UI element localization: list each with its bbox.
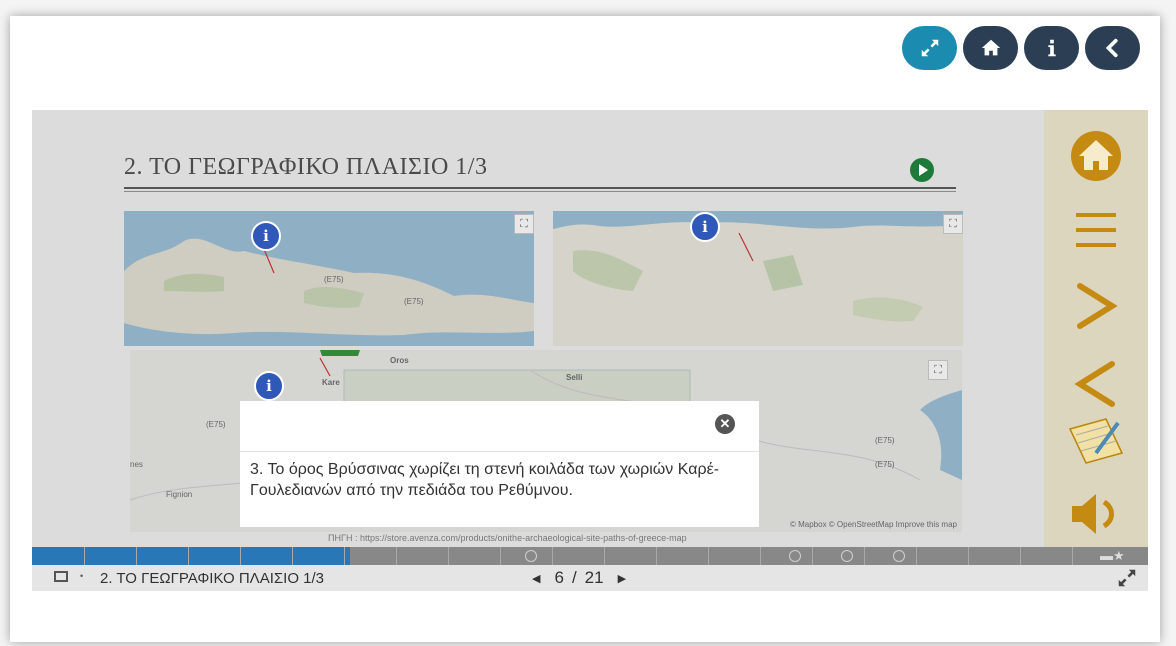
expand-map-icon[interactable]: ⛶ bbox=[928, 360, 948, 380]
info-pin-icon[interactable]: i bbox=[254, 371, 284, 401]
info-button[interactable] bbox=[1024, 26, 1079, 70]
popup-text: 3. Το όρος Βρύσσινας χωρίζει τη στενή κο… bbox=[250, 461, 720, 499]
progress-segment bbox=[448, 547, 449, 565]
progress-bar[interactable]: ▬★ bbox=[32, 547, 1148, 565]
notebook-button[interactable] bbox=[1060, 410, 1132, 470]
presentation-stage: 2. ΤΟ ΓΕΩΓΡΑΦΙΚΟ ΠΛΑΙΣΙΟ 1/3 i ⛶ (E75) (… bbox=[32, 110, 1148, 591]
slide-title: 2. ΤΟ ΓΕΩΓΡΑΦΙΚΟ ΠΛΑΙΣΙΟ 1/3 bbox=[124, 154, 488, 180]
map-label: (E75) bbox=[875, 460, 895, 469]
previous-icon bbox=[1074, 361, 1115, 407]
pager: ◀ 6 / 21 ▶ bbox=[532, 568, 626, 588]
dropdown-dot-icon: • bbox=[80, 571, 84, 581]
home-button[interactable] bbox=[963, 26, 1018, 70]
top-toolbar bbox=[902, 26, 1140, 70]
breadcrumb: 2. ΤΟ ΓΕΩΓΡΑΦΙΚΟ ΠΛΑΙΣΙΟ 1/3 bbox=[100, 570, 325, 587]
fullscreen-button[interactable] bbox=[902, 26, 957, 70]
audio-button[interactable] bbox=[1060, 484, 1132, 544]
menu-nav-button[interactable] bbox=[1060, 200, 1132, 260]
app-frame: 2. ΤΟ ΓΕΩΓΡΑΦΙΚΟ ΠΛΑΙΣΙΟ 1/3 i ⛶ (E75) (… bbox=[10, 16, 1160, 642]
progress-segment bbox=[84, 547, 85, 565]
info-icon bbox=[1047, 39, 1056, 57]
progress-segment bbox=[500, 547, 501, 565]
slides-icon[interactable] bbox=[54, 571, 68, 582]
home-icon bbox=[1071, 131, 1121, 181]
progress-marker[interactable] bbox=[893, 550, 905, 562]
map-attribution: © Mapbox © OpenStreetMap Improve this ma… bbox=[790, 520, 957, 529]
map-label: Oros bbox=[390, 356, 409, 365]
page-separator: / bbox=[571, 568, 577, 587]
progress-marker[interactable] bbox=[525, 550, 537, 562]
info-popup: ✕ 3. Το όρος Βρύσσινας χωρίζει τη στενή … bbox=[240, 401, 759, 527]
back-button[interactable] bbox=[1085, 26, 1140, 70]
map-label: Fignion bbox=[166, 490, 193, 499]
progress-marker[interactable] bbox=[841, 550, 853, 562]
source-credit: ΠΗΓΗ : https://store.avenza.com/products… bbox=[328, 533, 687, 543]
close-icon[interactable]: ✕ bbox=[715, 414, 735, 434]
next-nav-button[interactable] bbox=[1060, 276, 1132, 336]
progress-fill bbox=[32, 547, 351, 565]
progress-segment bbox=[708, 547, 709, 565]
progress-segment bbox=[604, 547, 605, 565]
title-rule bbox=[124, 191, 956, 192]
map-label: (E75) bbox=[206, 420, 226, 429]
info-pin-icon[interactable]: i bbox=[251, 221, 281, 251]
popup-divider bbox=[240, 451, 759, 452]
progress-segment bbox=[760, 547, 761, 565]
info-pin-icon[interactable]: i bbox=[690, 212, 720, 242]
progress-segment bbox=[864, 547, 865, 565]
progress-segment bbox=[240, 547, 241, 565]
speaker-icon bbox=[1072, 494, 1114, 534]
expand-icon bbox=[921, 39, 938, 57]
previous-nav-button[interactable] bbox=[1060, 354, 1132, 414]
map-label: (E75) bbox=[324, 275, 344, 284]
progress-segment bbox=[968, 547, 969, 565]
total-pages: 21 bbox=[584, 568, 604, 587]
progress-segment bbox=[812, 547, 813, 565]
progress-segment bbox=[1072, 547, 1073, 565]
progress-segment bbox=[1020, 547, 1021, 565]
map-label: nes bbox=[130, 460, 143, 469]
source-prefix: ΠΗΓΗ bbox=[328, 533, 353, 543]
map-label: Selli bbox=[566, 373, 583, 382]
progress-marker[interactable] bbox=[789, 550, 801, 562]
next-icon bbox=[1077, 283, 1118, 329]
progress-segment bbox=[916, 547, 917, 565]
progress-segment bbox=[344, 547, 345, 565]
previous-page-icon[interactable]: ◀ bbox=[532, 572, 540, 585]
progress-segment bbox=[552, 547, 553, 565]
progress-segment bbox=[396, 547, 397, 565]
footer-bar: • 2. ΤΟ ΓΕΩΓΡΑΦΙΚΟ ΠΛΑΙΣΙΟ 1/3 ◀ 6 / 21 … bbox=[32, 565, 1148, 591]
progress-segment bbox=[136, 547, 137, 565]
progress-segment bbox=[292, 547, 293, 565]
title-rule bbox=[124, 187, 956, 189]
crete-overview-map[interactable]: i ⛶ (E75) (E75) bbox=[124, 211, 534, 346]
region-map[interactable]: i ⛶ bbox=[553, 211, 963, 346]
map-label: (E75) bbox=[404, 297, 424, 306]
next-page-icon[interactable]: ▶ bbox=[618, 572, 626, 585]
progress-segment bbox=[188, 547, 189, 565]
home-icon bbox=[981, 39, 1000, 56]
notebook-icon bbox=[1068, 418, 1124, 464]
menu-icon bbox=[1076, 213, 1116, 247]
side-navigation bbox=[1044, 110, 1148, 547]
slide: 2. ΤΟ ΓΕΩΓΡΑΦΙΚΟ ΠΛΑΙΣΙΟ 1/3 i ⛶ (E75) (… bbox=[32, 110, 1044, 547]
map-label: (E75) bbox=[875, 436, 895, 445]
home-nav-button[interactable] bbox=[1060, 126, 1132, 186]
fullscreen-icon[interactable] bbox=[1116, 567, 1138, 589]
expand-map-icon[interactable]: ⛶ bbox=[943, 214, 963, 234]
map-label: Kare bbox=[322, 378, 340, 387]
play-icon[interactable] bbox=[910, 158, 934, 182]
chevron-left-icon bbox=[1105, 38, 1118, 58]
expand-map-icon[interactable]: ⛶ bbox=[514, 214, 534, 234]
source-link[interactable]: https://store.avenza.com/products/onithe… bbox=[360, 533, 687, 543]
progress-segment bbox=[656, 547, 657, 565]
current-page: 6 bbox=[554, 568, 564, 587]
bookmark-star-icon[interactable]: ▬★ bbox=[1100, 548, 1125, 564]
